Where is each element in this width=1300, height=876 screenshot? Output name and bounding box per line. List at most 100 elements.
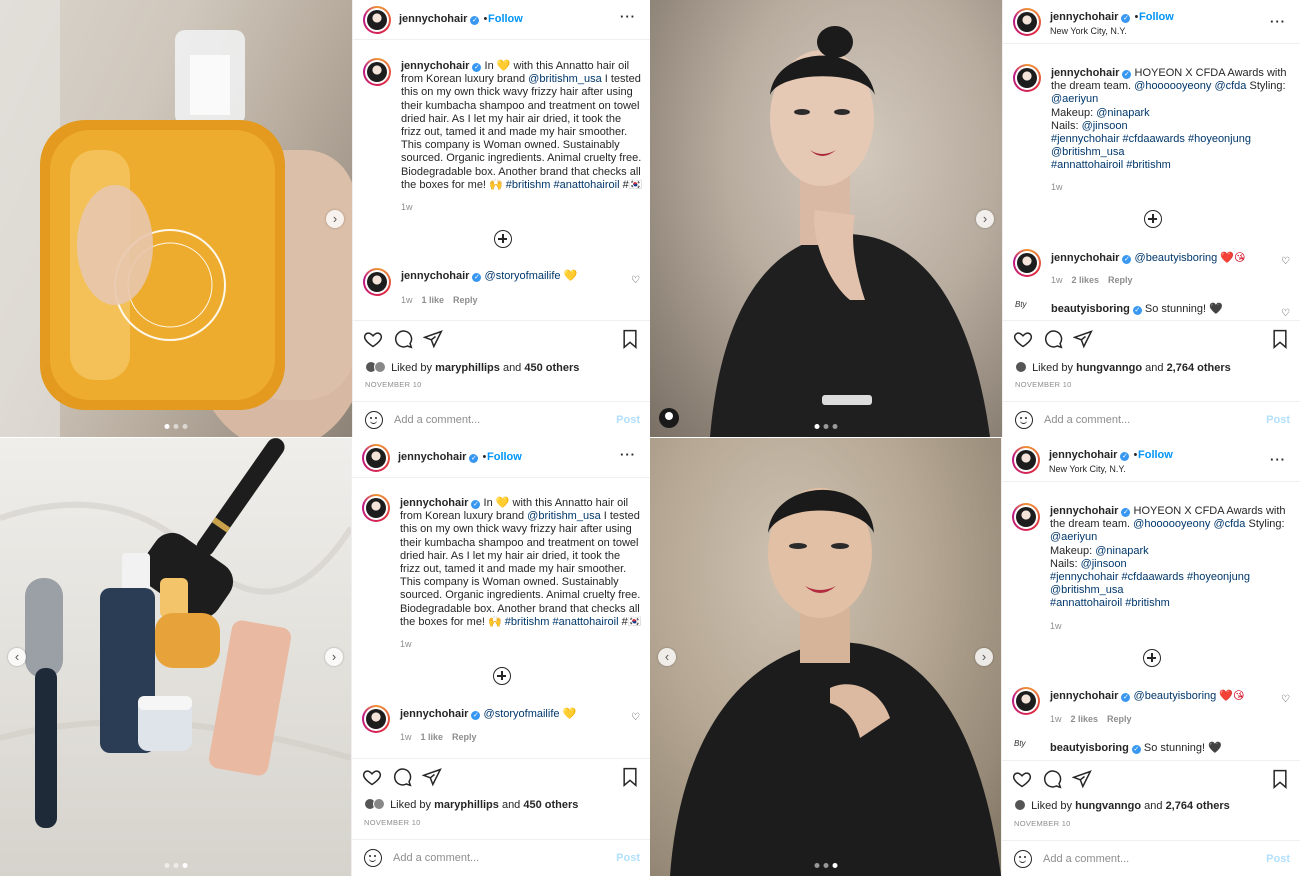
mention-link[interactable]: @cfda — [1213, 518, 1245, 530]
comment-like-icon[interactable]: ♡ — [1281, 308, 1290, 319]
share-icon[interactable] — [1072, 769, 1092, 789]
post-image-oil-bottle[interactable]: › — [0, 0, 352, 437]
comment-username[interactable]: jennychohair — [401, 270, 469, 282]
post-image-portrait[interactable]: ‹ › — [650, 438, 1001, 876]
add-icon[interactable] — [1144, 210, 1162, 228]
follow-button[interactable]: Follow — [488, 13, 523, 25]
bookmark-icon[interactable] — [1270, 329, 1290, 349]
mention-link[interactable]: @britishm_usa — [528, 73, 602, 85]
caption-username[interactable]: jennychohair — [1050, 505, 1118, 517]
mention-link[interactable]: @aeriyun — [1051, 93, 1098, 105]
mention-link[interactable]: @britishm_usa — [1050, 584, 1124, 596]
more-icon[interactable]: ··· — [1270, 14, 1286, 29]
comment-icon[interactable] — [1043, 329, 1063, 349]
post-username[interactable]: jennychohair ✓ • — [398, 451, 490, 463]
follow-button[interactable]: Follow — [487, 451, 522, 463]
mention-link[interactable]: @storyofmailife — [484, 708, 560, 720]
avatar[interactable] — [363, 6, 391, 34]
emoji-icon[interactable] — [365, 411, 383, 429]
comment-icon[interactable] — [393, 329, 413, 349]
mention-link[interactable]: @ninapark — [1095, 545, 1148, 557]
heart-icon[interactable] — [1013, 329, 1033, 349]
mention-link[interactable]: @britishm_usa — [527, 510, 601, 522]
hashtag-link[interactable]: #annattohairoil #britishm — [1050, 597, 1170, 609]
next-image-button[interactable]: › — [976, 209, 994, 228]
post-image-portrait[interactable]: › — [650, 0, 1002, 437]
heart-icon[interactable] — [1012, 769, 1032, 789]
post-image-products[interactable]: ‹ › — [0, 438, 351, 876]
share-icon[interactable] — [422, 767, 442, 787]
more-icon[interactable]: ··· — [620, 447, 636, 462]
comment-like-icon[interactable]: ♡ — [1281, 694, 1290, 705]
comment-icon[interactable] — [392, 767, 412, 787]
post-comment-button[interactable]: Post — [1266, 853, 1290, 865]
mention-link[interactable]: @jinsoon — [1082, 120, 1128, 132]
mention-link[interactable]: @beautyisboring — [1134, 690, 1217, 702]
comment-avatar[interactable] — [1013, 249, 1041, 277]
comment-username[interactable]: jennychohair — [1050, 690, 1118, 702]
prev-image-button[interactable]: ‹ — [8, 648, 26, 666]
caption-avatar[interactable] — [363, 58, 391, 86]
emoji-icon[interactable] — [1015, 411, 1033, 429]
comment-icon[interactable] — [1042, 769, 1062, 789]
comment-username[interactable]: beautyisboring — [1051, 303, 1130, 315]
mention-link[interactable]: @aeriyun — [1050, 531, 1097, 543]
post-location[interactable]: New York City, N.Y. — [1049, 464, 1126, 474]
comment-username[interactable]: beautyisboring — [1050, 742, 1129, 754]
caption-username[interactable]: jennychohair — [1051, 67, 1119, 79]
next-image-button[interactable]: › — [975, 648, 993, 666]
post-comment-button[interactable]: Post — [1266, 414, 1290, 426]
avatar[interactable] — [362, 444, 390, 472]
share-icon[interactable] — [1073, 329, 1093, 349]
hashtag-link[interactable]: #annattohairoil #britishm — [1051, 159, 1171, 171]
heart-icon[interactable] — [363, 329, 383, 349]
post-comment-button[interactable]: Post — [616, 414, 640, 426]
mention-link[interactable]: @hoooooyeony — [1134, 80, 1211, 92]
caption-username[interactable]: jennychohair — [400, 497, 468, 509]
emoji-icon[interactable] — [364, 849, 382, 867]
hashtag-link[interactable]: #jennychohair #cfdaawards #hoyeonjung — [1050, 571, 1250, 583]
mention-link[interactable]: @storyofmailife — [485, 270, 561, 282]
prev-image-button[interactable]: ‹ — [658, 648, 676, 666]
post-username[interactable]: jennychohair ✓ • — [399, 13, 491, 25]
more-icon[interactable]: ··· — [620, 9, 636, 24]
caption-username[interactable]: jennychohair — [401, 60, 469, 72]
next-image-button[interactable]: › — [325, 648, 343, 666]
comment-username[interactable]: jennychohair — [1051, 252, 1119, 264]
hashtag-link[interactable]: #britishm #anattohairoil — [506, 179, 620, 191]
post-username[interactable]: jennychohair ✓ • — [1049, 449, 1141, 461]
hashtag-link[interactable]: #britishm #anattohairoil — [505, 616, 619, 628]
comment-like-icon[interactable]: ♡ — [1281, 256, 1290, 267]
add-icon[interactable] — [1143, 649, 1161, 667]
heart-icon[interactable] — [362, 767, 382, 787]
add-comment-input[interactable]: Add a comment... — [1043, 853, 1129, 865]
add-comment-input[interactable]: Add a comment... — [393, 852, 479, 864]
emoji-icon[interactable] — [1014, 850, 1032, 868]
add-icon[interactable] — [493, 667, 511, 685]
commenter-avatar[interactable]: Bty — [1015, 300, 1039, 320]
post-location[interactable]: New York City, N.Y. — [1050, 26, 1127, 36]
mention-link[interactable]: @britishm_usa — [1051, 146, 1125, 158]
avatar[interactable] — [1013, 8, 1041, 36]
avatar[interactable] — [1012, 446, 1040, 474]
bookmark-icon[interactable] — [620, 767, 640, 787]
follow-button[interactable]: Follow — [1138, 449, 1173, 461]
bookmark-icon[interactable] — [620, 329, 640, 349]
post-username[interactable]: jennychohair ✓ • — [1050, 11, 1142, 23]
commenter-avatar[interactable]: Bty — [1014, 739, 1038, 759]
comment-avatar[interactable] — [1012, 687, 1040, 715]
mention-link[interactable]: @beautyisboring — [1135, 252, 1218, 264]
comment-like-icon[interactable]: ♡ — [631, 712, 640, 723]
mention-link[interactable]: @jinsoon — [1081, 558, 1127, 570]
comment-avatar[interactable] — [362, 705, 390, 733]
share-icon[interactable] — [423, 329, 443, 349]
next-image-button[interactable]: › — [326, 209, 344, 228]
comment-like-icon[interactable]: ♡ — [631, 275, 640, 286]
caption-avatar[interactable] — [1013, 64, 1041, 92]
comment-avatar[interactable] — [363, 268, 391, 296]
more-icon[interactable]: ··· — [1270, 452, 1286, 467]
hashtag-link[interactable]: #jennychohair #cfdaawards #hoyeonjung — [1051, 133, 1251, 145]
add-icon[interactable] — [494, 230, 512, 248]
bookmark-icon[interactable] — [1270, 769, 1290, 789]
caption-avatar[interactable] — [362, 494, 390, 522]
